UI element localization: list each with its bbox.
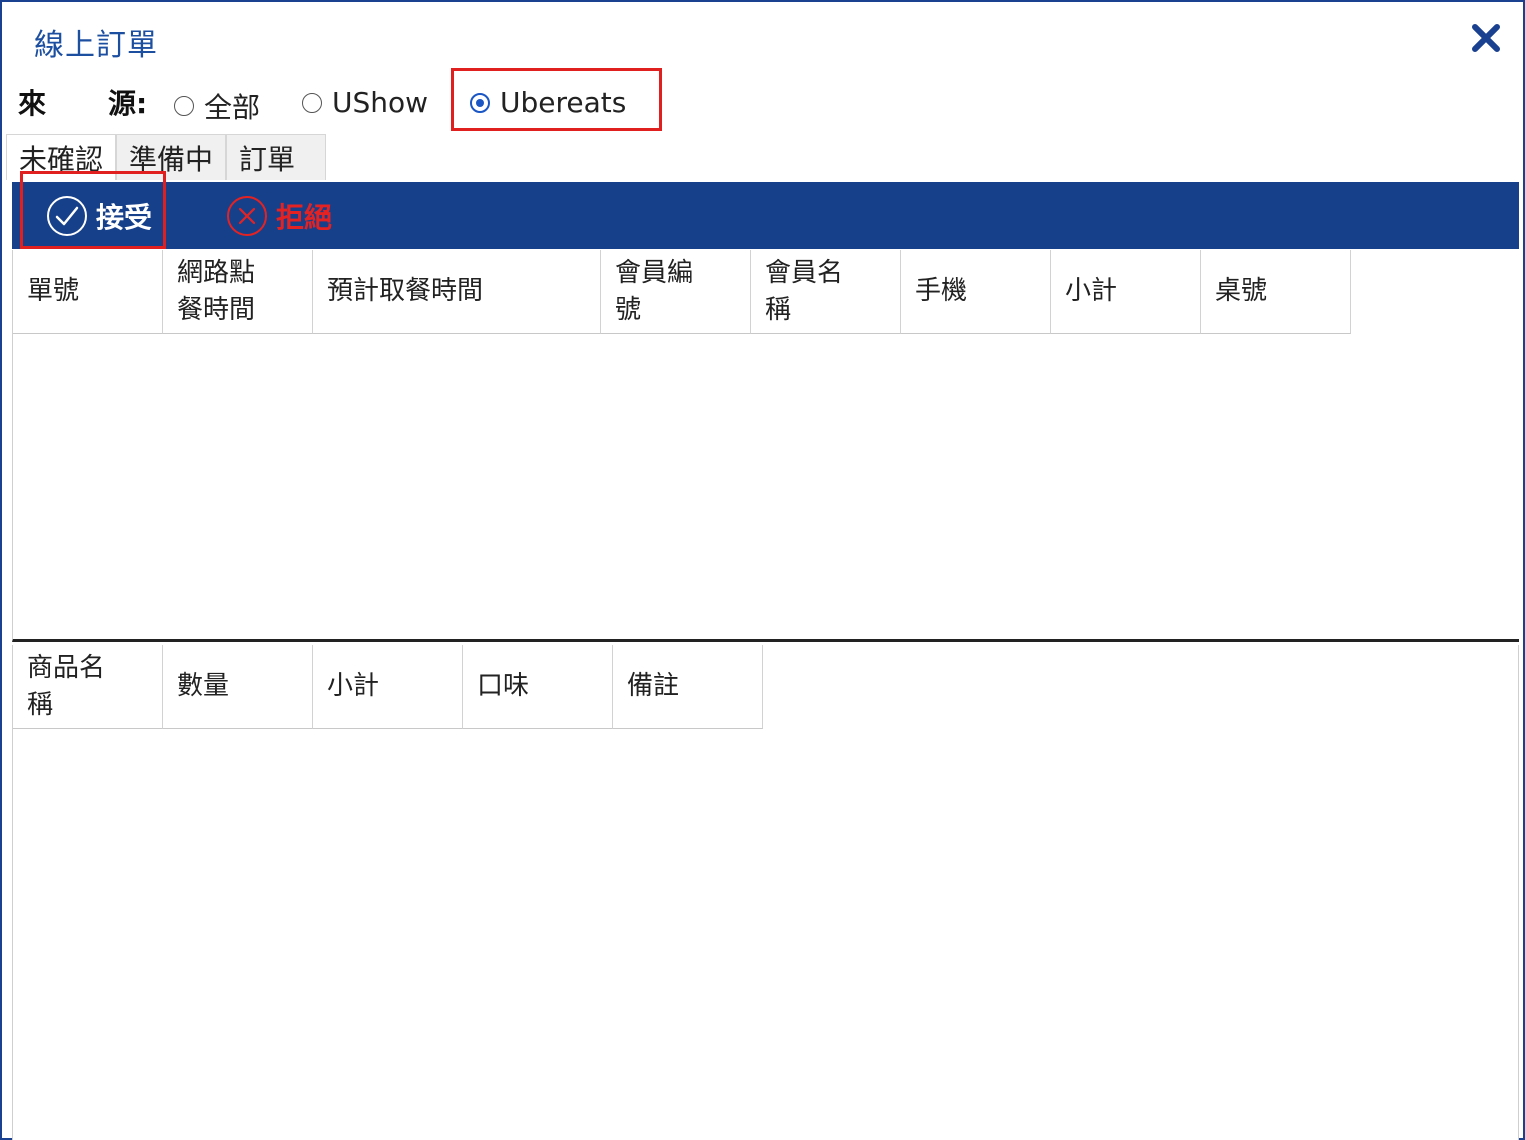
orders-header-row: 單號 網路點 餐時間 預計取餐時間 會員編 號 會員名 稱 手機 小計 桌號 [13, 250, 1519, 334]
source-option-label: Ubereats [500, 86, 627, 119]
column-header-phone[interactable]: 手機 [901, 250, 1051, 334]
column-header-order-no[interactable]: 單號 [13, 250, 163, 334]
column-header-pickup-time[interactable]: 預計取餐時間 [313, 250, 601, 334]
column-header-note[interactable]: 備註 [613, 645, 763, 729]
tab-preparing[interactable]: 準備中 [116, 134, 227, 180]
items-grid: 商品名 稱 數量 小計 口味 備註 [12, 645, 1519, 1140]
close-button[interactable] [1466, 18, 1506, 58]
column-header-product-name[interactable]: 商品名 稱 [13, 645, 163, 729]
source-option-all[interactable]: 全部 [174, 86, 260, 126]
accept-button[interactable]: 接受 [46, 182, 152, 249]
check-circle-icon [47, 195, 87, 236]
column-header-order-time[interactable]: 網路點 餐時間 [163, 250, 313, 334]
close-icon [1472, 24, 1500, 52]
column-header-member-name[interactable]: 會員名 稱 [751, 250, 901, 334]
column-header-quantity[interactable]: 數量 [163, 645, 313, 729]
orders-grid: 單號 網路點 餐時間 預計取餐時間 會員編 號 會員名 稱 手機 小計 桌號 [12, 250, 1519, 642]
radio-button[interactable] [302, 92, 322, 113]
source-option-ushow[interactable]: UShow [302, 86, 428, 119]
radio-button[interactable] [174, 96, 194, 116]
source-filter: 來 源: [18, 80, 147, 124]
items-header-row: 商品名 稱 數量 小計 口味 備註 [13, 645, 1518, 729]
reject-label: 拒絕 [276, 200, 333, 234]
online-orders-window: 線上訂單 來 源: 全部 UShow Ubereats 未確認 準備中 訂單 接… [0, 0, 1525, 1140]
column-header-subtotal[interactable]: 小計 [1051, 250, 1201, 334]
column-header-flavor[interactable]: 口味 [463, 645, 613, 729]
source-option-label: 全部 [204, 91, 261, 124]
column-header-item-subtotal[interactable]: 小計 [313, 645, 463, 729]
radio-button-selected[interactable] [470, 92, 490, 113]
window-title: 線上訂單 [34, 28, 158, 63]
action-toolbar: 接受 拒絕 [12, 182, 1519, 249]
accept-label: 接受 [96, 200, 153, 234]
tab-unconfirmed[interactable]: 未確認 [6, 134, 117, 180]
column-header-member-id[interactable]: 會員編 號 [601, 250, 751, 334]
x-circle-icon [227, 195, 267, 236]
source-option-ubereats[interactable]: Ubereats [470, 86, 626, 119]
status-tabs: 未確認 準備中 訂單 [6, 134, 327, 180]
source-option-label: UShow [332, 86, 429, 119]
tab-orders[interactable]: 訂單 [226, 134, 327, 180]
source-label: 來 源: [18, 87, 148, 120]
reject-button[interactable]: 拒絕 [226, 182, 332, 249]
column-header-table-no[interactable]: 桌號 [1201, 250, 1351, 334]
